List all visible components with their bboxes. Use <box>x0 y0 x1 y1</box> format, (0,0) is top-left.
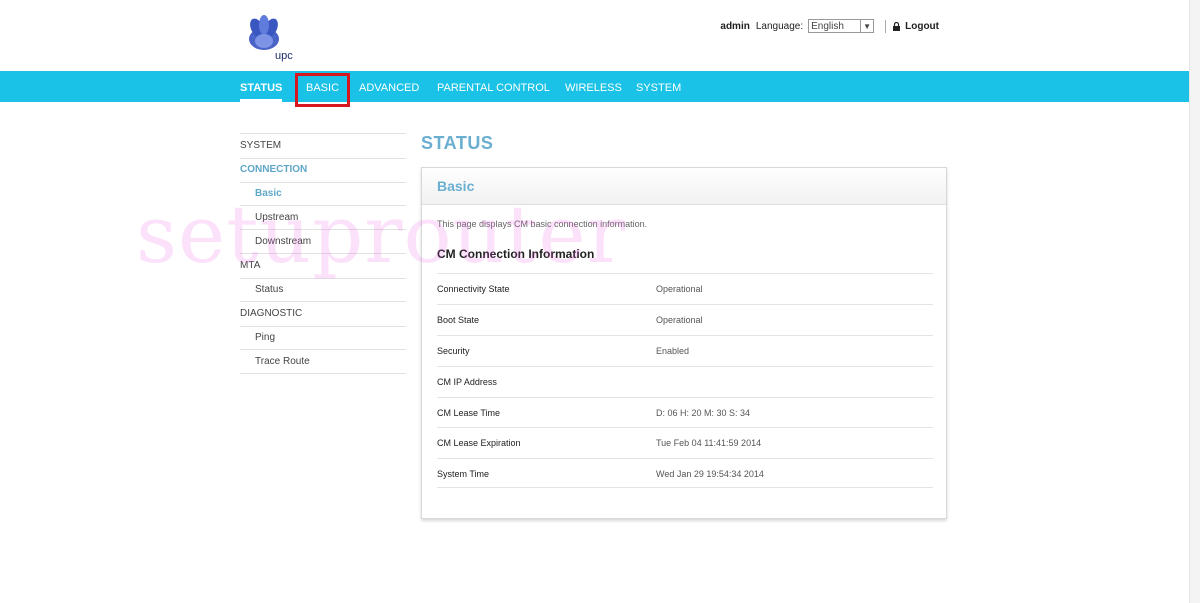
row-key: Connectivity State <box>437 284 510 294</box>
info-row: Connectivity State Operational <box>437 273 933 303</box>
info-row: Boot State Operational <box>437 304 933 334</box>
row-key: CM IP Address <box>437 377 497 387</box>
sidebar-item-mta-status[interactable]: Status <box>240 278 406 302</box>
sidebar-item-trace-route[interactable]: Trace Route <box>240 350 406 374</box>
row-value: Operational <box>656 284 703 294</box>
row-value: Wed Jan 29 19:54:34 2014 <box>656 469 764 479</box>
info-row: Security Enabled <box>437 335 933 365</box>
logo-text: upc <box>275 50 293 62</box>
nav-parental-control[interactable]: PARENTAL CONTROL <box>437 71 550 102</box>
page-description: This page displays CM basic connection i… <box>437 219 648 229</box>
logout-link[interactable]: Logout <box>905 21 939 32</box>
username: admin <box>720 20 750 32</box>
sidebar-item-system[interactable]: SYSTEM <box>240 134 406 159</box>
sidebar-item-connection[interactable]: CONNECTION <box>240 158 406 183</box>
row-value: Operational <box>656 315 703 325</box>
sidebar-item-upstream[interactable]: Upstream <box>240 206 406 230</box>
row-key: Security <box>437 346 470 356</box>
nav-status[interactable]: STATUS <box>240 71 283 102</box>
panel-title: Basic <box>437 178 475 194</box>
panel-header: Basic <box>422 168 946 205</box>
language-label: Language: <box>755 20 804 32</box>
scrollbar[interactable] <box>1189 0 1200 603</box>
row-value: D: 06 H: 20 M: 30 S: 34 <box>656 408 751 418</box>
nav-advanced[interactable]: ADVANCED <box>359 71 419 102</box>
upc-logo[interactable]: upc <box>244 14 304 64</box>
page-title: STATUS <box>421 133 494 153</box>
basic-panel: Basic This page displays CM basic connec… <box>421 167 947 519</box>
sidebar-item-basic[interactable]: Basic <box>240 182 406 206</box>
chevron-down-icon: ▼ <box>860 20 873 32</box>
sidebar-item-downstream[interactable]: Downstream <box>240 230 406 254</box>
language-select[interactable]: English ▼ <box>808 19 875 33</box>
language-value: English <box>811 20 844 32</box>
info-row: System Time Wed Jan 29 19:54:34 2014 <box>437 458 933 488</box>
sidebar-item-diagnostic[interactable]: DIAGNOSTIC <box>240 302 406 327</box>
divider <box>885 19 887 33</box>
nav-system[interactable]: SYSTEM <box>636 71 681 102</box>
row-key: System Time <box>437 469 490 479</box>
user-toolbar: admin Language: English ▼ Logout <box>720 19 939 33</box>
nav-wireless[interactable]: WIRELESS <box>565 71 622 102</box>
row-key: Boot State <box>437 315 480 325</box>
info-row: CM Lease Time D: 06 H: 20 M: 30 S: 34 <box>437 397 933 427</box>
upc-logo-icon <box>249 15 279 50</box>
lock-icon <box>893 21 901 31</box>
highlight-box <box>295 73 350 107</box>
row-key: CM Lease Expiration <box>437 438 521 448</box>
main-nav: STATUS BASIC ADVANCED PARENTAL CONTROL W… <box>0 71 1200 102</box>
row-key: CM Lease Time <box>437 408 501 418</box>
sidebar-item-ping[interactable]: Ping <box>240 326 406 350</box>
info-row: CM Lease Expiration Tue Feb 04 11:41:59 … <box>437 427 933 457</box>
sidebar-item-mta[interactable]: MTA <box>240 254 406 279</box>
row-value: Enabled <box>656 346 690 356</box>
row-value: Tue Feb 04 11:41:59 2014 <box>656 438 762 448</box>
section-title: CM Connection Information <box>437 247 595 261</box>
info-row: CM IP Address <box>437 366 933 396</box>
